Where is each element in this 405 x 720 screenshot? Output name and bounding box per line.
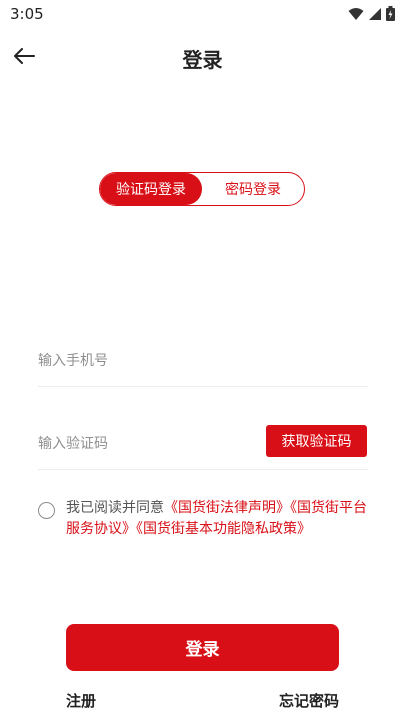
- get-code-button[interactable]: 获取验证码: [266, 425, 367, 457]
- login-mode-tabs: 验证码登录 密码登录: [99, 172, 305, 206]
- code-field: 获取验证码: [38, 420, 368, 470]
- status-time: 3:05: [10, 5, 44, 23]
- phone-input[interactable]: [38, 337, 258, 385]
- phone-field: [38, 337, 368, 387]
- header: 登录: [0, 36, 405, 80]
- login-button[interactable]: 登录: [66, 624, 339, 671]
- tab-password-login[interactable]: 密码登录: [202, 173, 304, 205]
- page-title: 登录: [182, 48, 223, 72]
- tab-sms-code-login[interactable]: 验证码登录: [100, 173, 202, 205]
- status-icons: [348, 6, 395, 25]
- agreement-prefix: 我已阅读并同意: [66, 500, 164, 516]
- agreement-text: 我已阅读并同意《国货街法律声明》《国货街平台服务协议》《国货街基本功能隐私政策》: [66, 498, 371, 540]
- wifi-icon: [348, 6, 364, 25]
- battery-icon: [386, 6, 395, 25]
- register-link[interactable]: 注册: [66, 690, 96, 711]
- agreement-radio[interactable]: [38, 502, 55, 519]
- signal-icon: [368, 6, 382, 25]
- legal-statement-link[interactable]: 《国货街法律声明》: [164, 500, 290, 516]
- privacy-policy-link[interactable]: 《国货街基本功能隐私政策》: [136, 521, 311, 537]
- code-input[interactable]: [38, 420, 258, 468]
- status-bar: 3:05: [0, 0, 405, 28]
- forgot-password-link[interactable]: 忘记密码: [279, 690, 339, 711]
